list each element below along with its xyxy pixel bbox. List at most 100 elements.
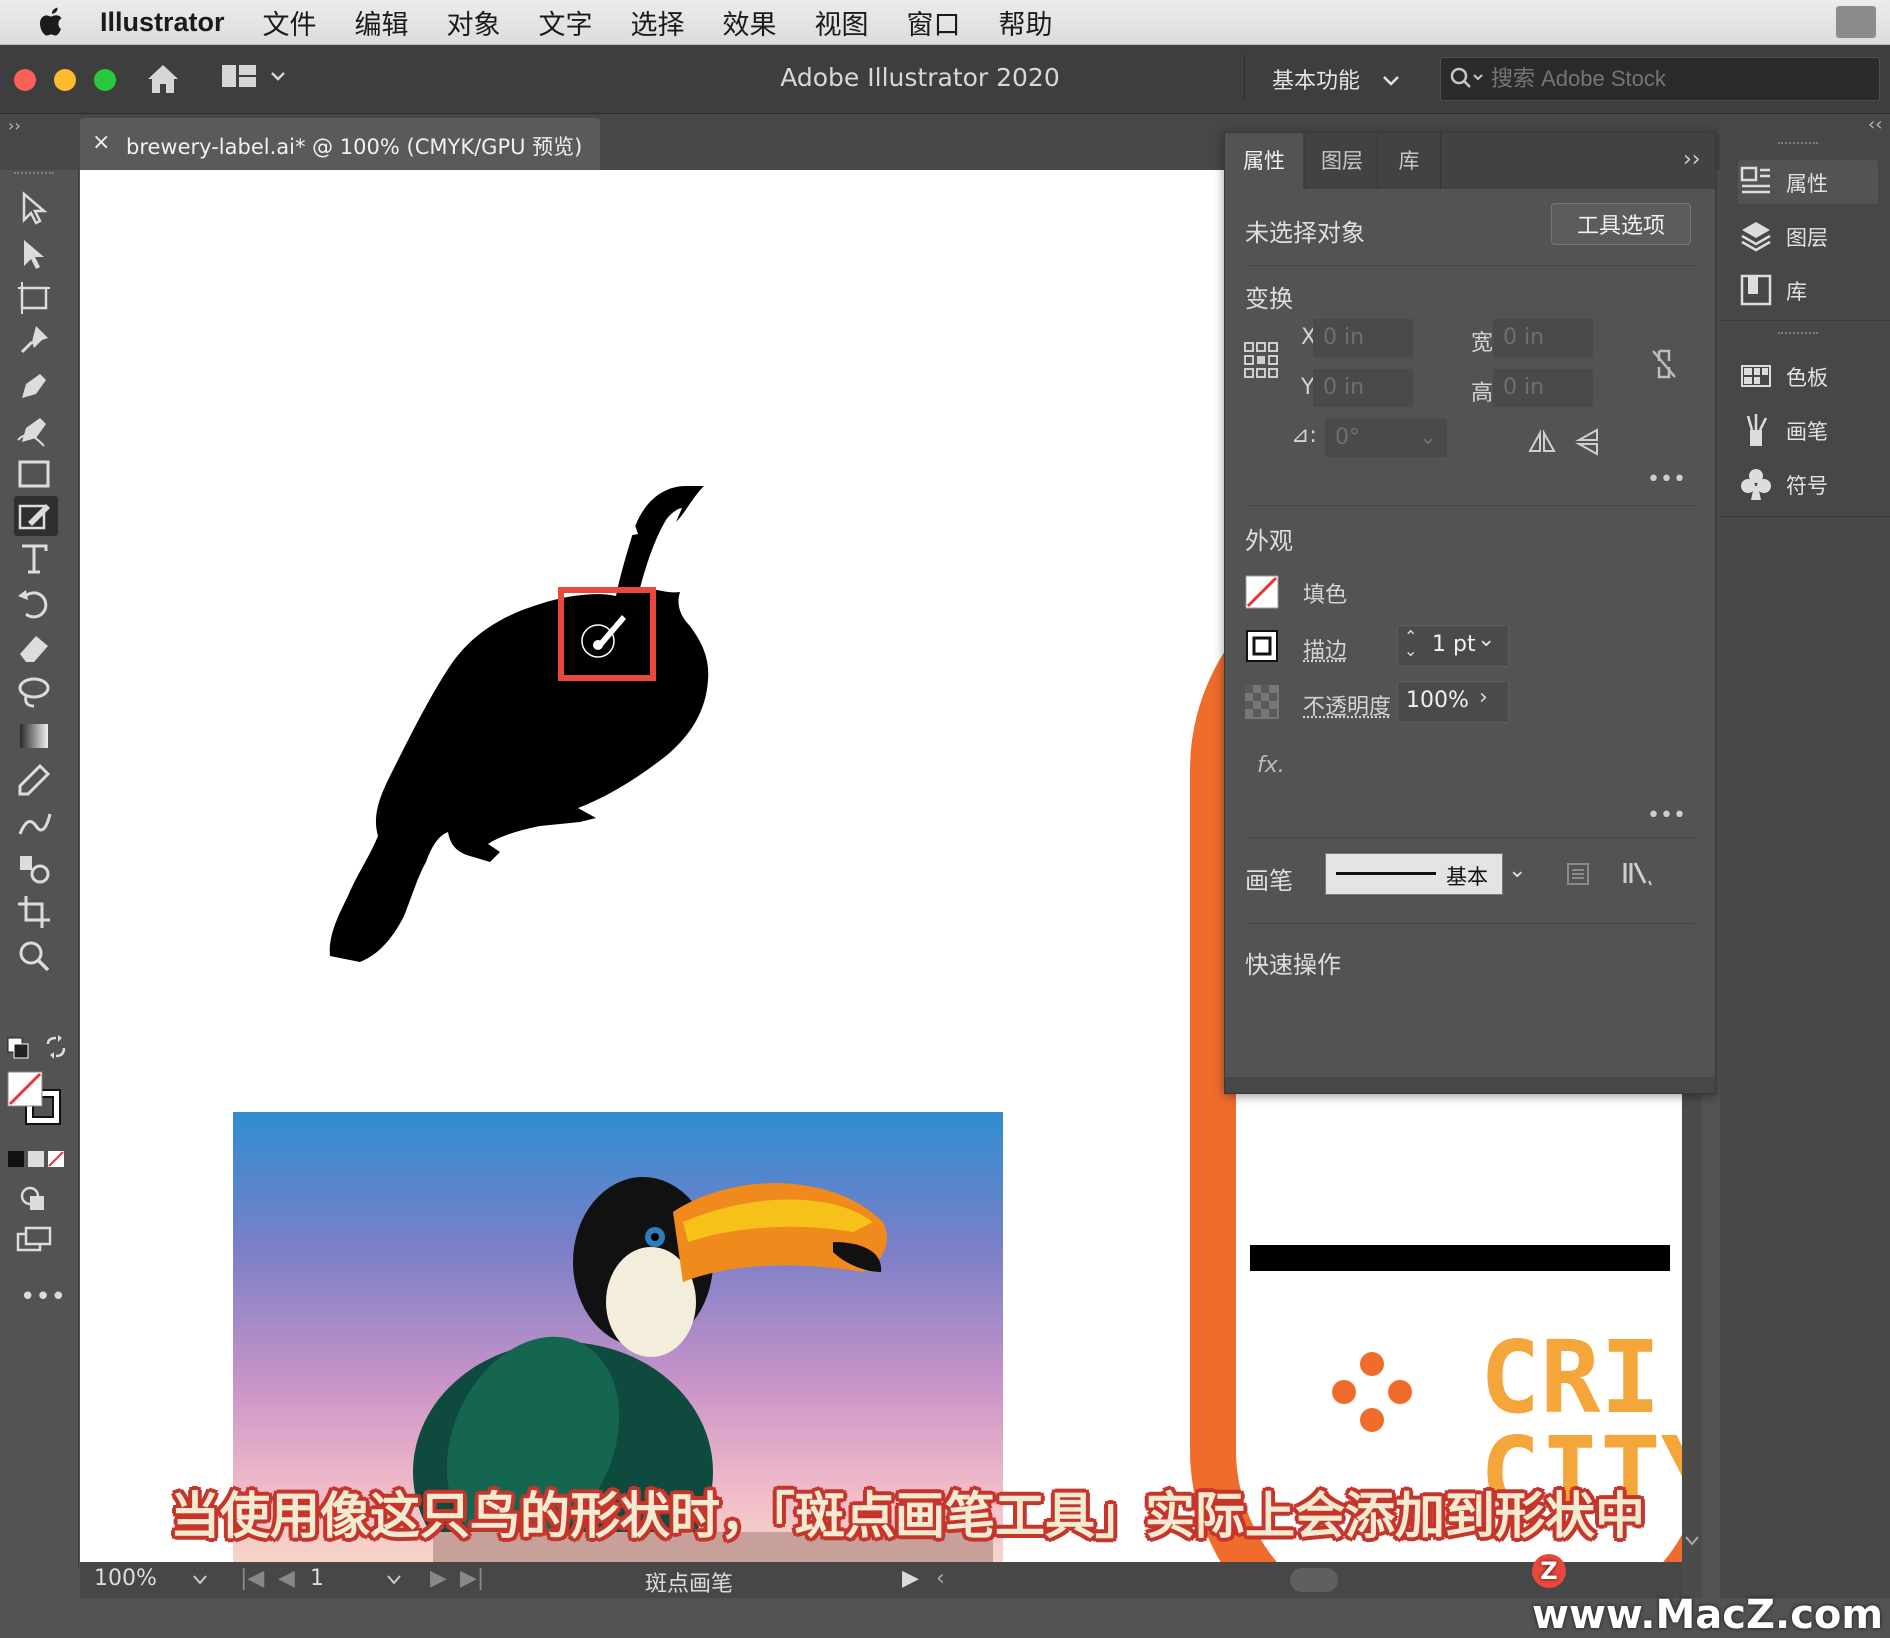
appearance-more-options-icon[interactable]: ••• [1647, 803, 1686, 828]
width-input[interactable]: 0 in [1493, 319, 1593, 357]
no-selection-label: 未选择对象 [1245, 213, 1365, 248]
dock-properties[interactable]: 属性 [1738, 160, 1878, 204]
workspace-switcher[interactable]: 基本功能 [1272, 63, 1401, 95]
menu-select[interactable]: 选择 [631, 3, 685, 42]
color-mode-buttons[interactable] [8, 1150, 64, 1168]
reference-point-icon[interactable] [1243, 341, 1279, 379]
zoom-tool[interactable] [14, 936, 58, 976]
dock-symbols[interactable]: 符号 [1738, 462, 1878, 506]
brush-options-icon[interactable] [1565, 861, 1591, 887]
swap-fill-stroke-icon[interactable] [44, 1034, 70, 1060]
dock-grip[interactable] [1778, 142, 1818, 150]
zoom-dropdown-icon[interactable] [192, 1574, 208, 1586]
dock-layers[interactable]: 图层 [1738, 214, 1878, 258]
angle-input[interactable]: 0° ⌄ [1325, 419, 1447, 457]
next-artboard-icon[interactable]: ▶ [430, 1566, 447, 1591]
tool-options-button[interactable]: 工具选项 [1551, 203, 1691, 245]
height-input[interactable]: 0 in [1493, 369, 1593, 407]
dock-layers-label: 图层 [1786, 222, 1828, 252]
fill-swatch-icon[interactable] [1245, 575, 1279, 609]
menubar-extra-icon[interactable] [1836, 6, 1876, 38]
apple-icon[interactable] [36, 6, 66, 38]
screen-mode-icon [14, 1222, 54, 1262]
rectangle-tool[interactable] [14, 454, 58, 494]
tab-properties[interactable]: 属性 [1225, 133, 1303, 189]
horizontal-scroll-thumb[interactable] [1290, 1568, 1338, 1592]
gradient-tool[interactable] [14, 716, 58, 756]
menu-app-name[interactable]: Illustrator [100, 7, 225, 38]
first-artboard-icon[interactable]: |◀ [240, 1566, 264, 1591]
dock-brushes[interactable]: 画笔 [1738, 408, 1878, 452]
selection-tool[interactable] [14, 188, 58, 228]
screen-mode-tool[interactable] [14, 1222, 58, 1262]
tab-libraries[interactable]: 库 [1377, 133, 1441, 189]
effects-fx-icon[interactable]: fx. [1257, 753, 1285, 778]
opacity-slider-icon[interactable]: › [1479, 685, 1488, 710]
blend-tool[interactable] [14, 804, 58, 844]
default-fill-stroke-icon[interactable] [6, 1036, 30, 1060]
status-menu-icon[interactable]: ▶ [902, 1566, 919, 1591]
previous-artboard-icon[interactable]: ◀ [278, 1566, 295, 1591]
collapse-toolbar-icon[interactable]: ›› [8, 116, 21, 135]
last-artboard-icon[interactable]: ▶| [460, 1566, 484, 1591]
toolbar-grip[interactable] [14, 172, 54, 180]
curvature-tool[interactable] [14, 410, 58, 450]
collapse-dock-icon[interactable]: ‹‹ [1868, 114, 1882, 135]
scroll-left-icon[interactable]: ‹ [936, 1566, 945, 1591]
flip-vertical-icon[interactable] [1575, 427, 1601, 457]
stroke-label[interactable]: 描边 [1303, 633, 1347, 665]
tab-layers[interactable]: 图层 [1305, 133, 1378, 189]
y-input[interactable]: 0 in [1313, 369, 1413, 407]
fill-stroke-swatches[interactable] [6, 1070, 64, 1128]
brush-definition-dropdown[interactable]: 基本 ⌄ [1325, 853, 1503, 895]
close-tab-icon[interactable]: × [92, 130, 110, 155]
eraser-tool[interactable] [14, 628, 58, 668]
stroke-swatch-icon[interactable] [1245, 629, 1279, 663]
crop-tool[interactable] [14, 892, 58, 932]
dock-grip-2[interactable] [1778, 332, 1818, 340]
opacity-input[interactable]: 100% [1397, 681, 1509, 723]
stroke-weight-dropdown-icon[interactable]: ⌄ [1477, 627, 1495, 652]
search-input[interactable] [1489, 64, 1873, 94]
menu-help[interactable]: 帮助 [999, 3, 1053, 42]
menu-window[interactable]: 窗口 [907, 3, 961, 42]
x-input[interactable]: 0 in [1313, 319, 1413, 357]
stepper-arrows-icon[interactable]: ⌃ ⌄ [1404, 630, 1417, 658]
eyedropper-tool[interactable] [14, 760, 58, 800]
menu-effect[interactable]: 效果 [723, 3, 777, 42]
artboard-number[interactable]: 1 [310, 1566, 324, 1591]
dock-swatches[interactable]: 色板 [1738, 354, 1878, 398]
bird-silhouette[interactable] [320, 476, 800, 976]
zoom-level[interactable]: 100% [94, 1566, 157, 1591]
menu-file[interactable]: 文件 [263, 3, 317, 42]
brush-libraries-icon[interactable] [1621, 859, 1655, 887]
dock-libraries[interactable]: 库 [1738, 268, 1878, 312]
adobe-stock-search[interactable] [1440, 57, 1880, 101]
shape-builder-tool[interactable] [14, 672, 58, 712]
opacity-label[interactable]: 不透明度 [1303, 689, 1391, 721]
pen-tool[interactable] [14, 366, 58, 406]
rectangle-icon [14, 454, 54, 494]
menu-view[interactable]: 视图 [815, 3, 869, 42]
direct-selection-tool[interactable] [14, 234, 58, 274]
fill-label[interactable]: 填色 [1303, 577, 1347, 609]
drawing-mode-tool[interactable] [14, 1180, 58, 1220]
flip-horizontal-icon[interactable] [1527, 429, 1557, 455]
menu-type[interactable]: 文字 [539, 3, 593, 42]
document-tab[interactable]: × brewery-label.ai* @ 100% (CMYK/GPU 预览) [80, 118, 600, 170]
panel-collapse-icon[interactable]: ›› [1683, 147, 1701, 172]
menu-object[interactable]: 对象 [447, 3, 501, 42]
artboard-tool[interactable] [14, 278, 58, 318]
puppet-warp-tool[interactable] [14, 320, 58, 360]
blob-brush-tool[interactable] [14, 496, 58, 536]
rotate-tool[interactable] [14, 584, 58, 624]
type-tool[interactable] [14, 538, 58, 578]
transform-more-options-icon[interactable]: ••• [1647, 467, 1686, 492]
edit-toolbar-more-icon[interactable]: ••• [20, 1282, 66, 1312]
artboard-dropdown-icon[interactable] [386, 1574, 402, 1586]
menu-edit[interactable]: 编辑 [355, 3, 409, 42]
panel-resize-grip[interactable] [1225, 1077, 1715, 1093]
quick-actions-title: 快速操作 [1245, 945, 1341, 980]
symbol-sprayer-tool[interactable] [14, 848, 58, 888]
constrain-proportions-icon[interactable] [1649, 347, 1679, 381]
